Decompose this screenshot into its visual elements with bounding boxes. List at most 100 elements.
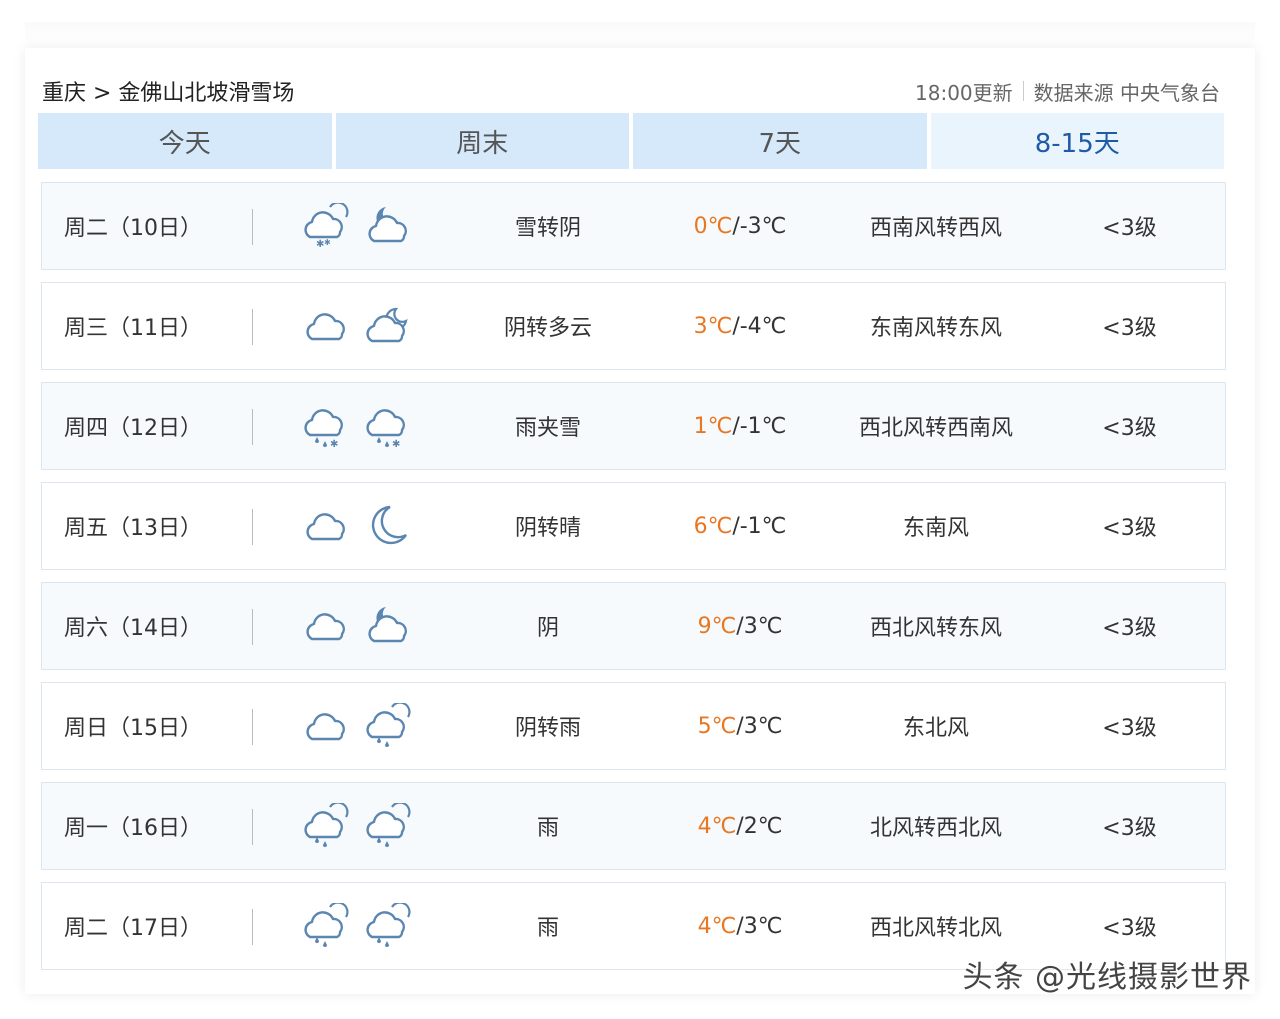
low-temp: /-1℃ xyxy=(732,413,787,439)
weather-condition: 阴转雨 xyxy=(514,716,581,741)
forecast-row: 周五（13日） 阴转晴 6℃/-1℃ 东南风 <3级 xyxy=(41,482,1226,570)
svg-text:✱: ✱ xyxy=(324,238,331,247)
wind-direction: 东南风转东风 xyxy=(869,316,1002,341)
breadcrumb[interactable]: 重庆 > 金佛山北坡滑雪场 xyxy=(42,75,294,107)
forecast-row: 周二（10日） ✱ ✱ 雪转阴 0℃/-3℃ 西南风转西风 <3级 xyxy=(41,182,1226,270)
low-temp: /-3℃ xyxy=(732,213,787,239)
wind-level: <3级 xyxy=(1102,316,1157,341)
forecast-tabs: 今天 周末 7天 8-15天 xyxy=(38,113,1224,169)
divider xyxy=(252,509,253,545)
wind-direction: 西北风转东风 xyxy=(869,616,1002,641)
tab-7-days[interactable]: 7天 xyxy=(633,113,927,169)
rain-cloud-icon xyxy=(300,783,352,869)
divider xyxy=(252,709,253,745)
cloud-icon xyxy=(300,683,352,769)
temperature: 9℃/3℃ xyxy=(640,583,840,669)
rain-cloud-icon xyxy=(362,783,414,869)
high-temp: 4℃ xyxy=(697,813,737,839)
divider xyxy=(252,609,253,645)
svg-text:✱: ✱ xyxy=(330,439,338,449)
wind-level: <3级 xyxy=(1102,516,1157,541)
divider xyxy=(1022,81,1024,101)
low-temp: /-1℃ xyxy=(732,513,787,539)
top-bar xyxy=(25,22,1255,48)
low-temp: /2℃ xyxy=(736,813,783,839)
wind-direction: 北风转西北风 xyxy=(869,816,1002,841)
wind-level: <3级 xyxy=(1102,416,1157,441)
weather-condition: 雪转阴 xyxy=(514,216,581,241)
cloud-icon xyxy=(300,283,352,369)
rain-cloud-icon xyxy=(300,883,352,969)
low-temp: /-4℃ xyxy=(732,313,787,339)
data-source: 数据来源 中央气象台 xyxy=(1033,80,1220,105)
temperature: 4℃/2℃ xyxy=(640,783,840,869)
tab-8-15-days[interactable]: 8-15天 xyxy=(930,113,1224,169)
cloud-moon-icon xyxy=(362,283,414,369)
weather-condition: 阴 xyxy=(536,616,559,641)
temperature: 1℃/-1℃ xyxy=(640,383,840,469)
rain-cloud-icon xyxy=(362,883,414,969)
watermark: 头条 @光线摄影世界 xyxy=(962,960,1252,995)
divider xyxy=(252,909,253,945)
sleet-icon: ✱ xyxy=(362,383,414,469)
wind-direction: 东南风 xyxy=(902,516,969,541)
day-date: 周一（16日） xyxy=(64,816,202,841)
wind-direction: 西南风转西风 xyxy=(869,216,1002,241)
source-info: 18:00更新 数据来源 中央气象台 xyxy=(915,77,1220,106)
high-temp: 1℃ xyxy=(693,413,733,439)
weather-condition: 雨 xyxy=(536,816,559,841)
divider xyxy=(252,209,253,245)
wind-level: <3级 xyxy=(1102,616,1157,641)
temperature: 5℃/3℃ xyxy=(640,683,840,769)
high-temp: 4℃ xyxy=(697,913,737,939)
day-date: 周六（14日） xyxy=(64,616,202,641)
temperature: 3℃/-4℃ xyxy=(640,283,840,369)
weather-condition: 阴转晴 xyxy=(514,516,581,541)
cloud-snow-icon: ✱ ✱ xyxy=(300,183,352,269)
svg-text:✱: ✱ xyxy=(392,439,400,449)
forecast-row: 周日（15日） 阴转雨 5℃/3℃ 东北风 <3级 xyxy=(41,682,1226,770)
high-temp: 9℃ xyxy=(697,613,737,639)
low-temp: /3℃ xyxy=(736,713,783,739)
weather-condition: 雨夹雪 xyxy=(514,416,581,441)
weather-condition: 阴转多云 xyxy=(503,316,592,341)
day-date: 周五（13日） xyxy=(64,516,202,541)
high-temp: 3℃ xyxy=(693,313,733,339)
temperature: 6℃/-1℃ xyxy=(640,483,840,569)
divider xyxy=(252,409,253,445)
day-date: 周三（11日） xyxy=(64,316,202,341)
wind-level: <3级 xyxy=(1102,816,1157,841)
wind-level: <3级 xyxy=(1102,716,1157,741)
forecast-row: 周四（12日） ✱ ✱ 雨夹雪 1℃/-1℃ 西北风转西南风 <3级 xyxy=(41,382,1226,470)
moon-cloud-icon xyxy=(362,183,414,269)
low-temp: /3℃ xyxy=(736,913,783,939)
day-date: 周二（10日） xyxy=(64,216,202,241)
day-date: 周日（15日） xyxy=(64,716,202,741)
temperature: 4℃/3℃ xyxy=(640,883,840,969)
rain-cloud-icon xyxy=(362,683,414,769)
wind-level: <3级 xyxy=(1102,216,1157,241)
forecast-row: 周六（14日） 阴 9℃/3℃ 西北风转东风 <3级 xyxy=(41,582,1226,670)
high-temp: 0℃ xyxy=(693,213,733,239)
update-time: 18:00更新 xyxy=(915,80,1013,105)
day-date: 周二（17日） xyxy=(64,916,202,941)
day-date: 周四（12日） xyxy=(64,416,202,441)
tab-today[interactable]: 今天 xyxy=(38,113,332,169)
divider xyxy=(252,809,253,845)
forecast-row: 周三（11日） 阴转多云 3℃/-4℃ 东南风转东风 <3级 xyxy=(41,282,1226,370)
moon-cloud-icon xyxy=(362,583,414,669)
high-temp: 5℃ xyxy=(697,713,737,739)
header: 重庆 > 金佛山北坡滑雪场 18:00更新 数据来源 中央气象台 xyxy=(42,74,1220,108)
divider xyxy=(252,309,253,345)
temperature: 0℃/-3℃ xyxy=(640,183,840,269)
weather-condition: 雨 xyxy=(536,916,559,941)
wind-direction: 西北风转西南风 xyxy=(858,416,1013,441)
wind-direction: 东北风 xyxy=(902,716,969,741)
forecast-list: 周二（10日） ✱ ✱ 雪转阴 0℃/-3℃ 西南风转西风 <3级 周三（11日）… xyxy=(41,182,1226,982)
sleet-icon: ✱ xyxy=(300,383,352,469)
tab-weekend[interactable]: 周末 xyxy=(335,113,629,169)
forecast-row: 周一（16日） 雨 4℃/2℃ 北风转西北风 <3级 xyxy=(41,782,1226,870)
moon-icon xyxy=(362,483,414,569)
low-temp: /3℃ xyxy=(736,613,783,639)
cloud-icon xyxy=(300,583,352,669)
